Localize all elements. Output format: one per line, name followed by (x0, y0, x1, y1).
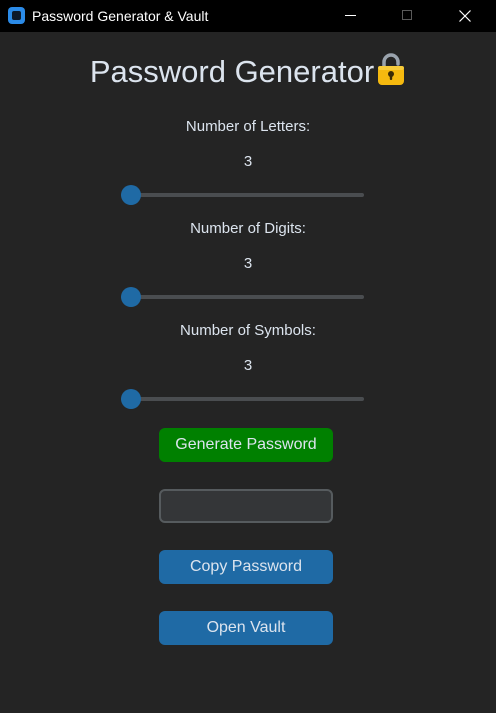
title-bar[interactable]: Password Generator & Vault (0, 0, 496, 32)
app-window: Password Generator & Vault Password Gene… (0, 0, 496, 713)
letters-label: Number of Letters: (185, 118, 311, 135)
symbols-value: 3 (243, 357, 253, 374)
maximize-button[interactable] (384, 0, 430, 32)
slider-track (121, 193, 364, 197)
letters-slider[interactable] (121, 185, 364, 205)
page-title: Password Generator (0, 52, 496, 92)
letters-value: 3 (243, 153, 253, 170)
slider-track (121, 397, 364, 401)
page-title-text: Password Generator (89, 54, 375, 89)
symbols-slider[interactable] (121, 389, 364, 409)
close-button[interactable] (442, 0, 488, 32)
minimize-button[interactable] (328, 0, 374, 32)
slider-handle[interactable] (121, 185, 141, 205)
digits-value: 3 (243, 255, 253, 272)
app-icon (8, 7, 25, 24)
digits-slider[interactable] (121, 287, 364, 307)
close-icon (459, 10, 471, 22)
symbols-label: Number of Symbols: (180, 322, 316, 339)
generate-password-button[interactable]: Generate Password (159, 428, 333, 462)
slider-track (121, 295, 364, 299)
digits-label: Number of Digits: (190, 220, 306, 237)
window-title: Password Generator & Vault (32, 8, 209, 24)
open-vault-button[interactable]: Open Vault (159, 611, 333, 645)
slider-handle[interactable] (121, 287, 141, 307)
lock-icon (378, 53, 405, 85)
password-output-field[interactable] (159, 489, 333, 523)
copy-password-button[interactable]: Copy Password (159, 550, 333, 584)
slider-handle[interactable] (121, 389, 141, 409)
